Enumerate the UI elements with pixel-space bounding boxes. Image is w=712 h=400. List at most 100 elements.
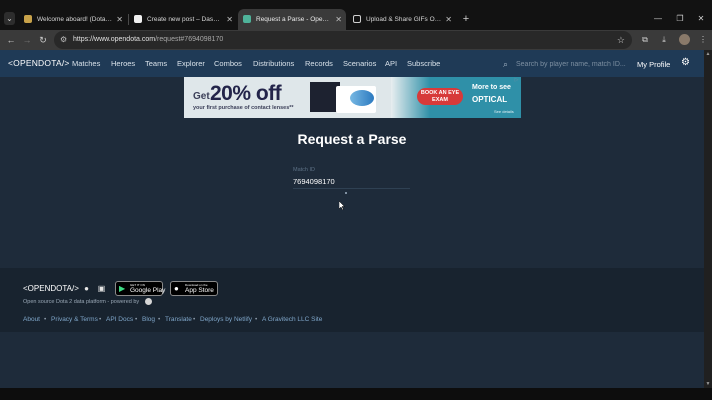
search-icon: ⌕ — [503, 59, 509, 69]
ad-get-text: Get — [193, 91, 210, 102]
tab-dashboard[interactable]: Create new post – Dashboard ✕ — [129, 9, 237, 30]
url-host: https://www.opendota.com — [73, 36, 156, 43]
mouse-cursor-icon — [339, 201, 345, 210]
nav-combos[interactable]: Combos — [214, 50, 242, 77]
footer-logo[interactable]: <OPENDOTA/> — [23, 284, 79, 293]
app-store-text: App Store — [185, 287, 214, 294]
footer-separator: • — [255, 316, 258, 323]
nav-api[interactable]: API — [385, 50, 397, 77]
tab-label: Welcome aboard! (Dotabuff) — [37, 16, 113, 23]
browser-tabstrip: ⌄ Welcome aboard! (Dotabuff) ✕ Create ne… — [0, 0, 712, 30]
tab-label: Upload & Share GIFs Online | G — [366, 16, 442, 23]
match-id-label: Match ID — [293, 167, 316, 173]
ad-fine-print: your first purchase of contact lenses** — [193, 105, 294, 111]
reload-icon[interactable]: ↻ — [36, 33, 50, 47]
footer-tagline: Open source Dota 2 data platform - power… — [23, 299, 140, 305]
footer-separator: • — [193, 316, 196, 323]
match-id-underline — [293, 188, 410, 189]
new-tab-plus-icon[interactable]: + — [460, 11, 472, 27]
profile-avatar[interactable] — [679, 34, 690, 45]
address-bar[interactable]: ⚙ https://www.opendota.com/request#76940… — [54, 31, 632, 49]
page-scrollbar[interactable]: ▲ ▼ — [704, 50, 712, 388]
webpage: <OPENDOTA/> Matches Heroes Teams Explore… — [0, 50, 704, 388]
url-path: /request#7694098170 — [155, 36, 224, 43]
footer-link-netlify[interactable]: Deploys by Netlify — [200, 316, 252, 323]
footer-separator: • — [135, 316, 138, 323]
ad-choices-icon[interactable]: ▷ — [513, 77, 520, 84]
site-header: <OPENDOTA/> Matches Heroes Teams Explore… — [0, 50, 704, 77]
settings-gear-icon[interactable]: ⚙ — [681, 58, 691, 68]
downloads-icon[interactable]: ⤓ — [657, 33, 671, 47]
extensions-icon[interactable]: ⧉ — [638, 33, 652, 47]
tab-dotabuff[interactable]: Welcome aboard! (Dotabuff) ✕ — [19, 9, 127, 30]
ad-more-text: More to see — [472, 84, 511, 91]
page-title: Request a Parse — [297, 131, 407, 147]
tab-search-chevron-icon[interactable]: ⌄ — [4, 12, 15, 25]
footer-link-api-docs[interactable]: API Docs — [106, 316, 133, 323]
github-icon[interactable]: ● — [82, 284, 91, 293]
footer-link-gravitech[interactable]: A Gravitech LLC Site — [262, 316, 322, 323]
opendota-favicon-icon — [243, 15, 251, 23]
restore-icon[interactable]: ❐ — [672, 12, 688, 26]
tab-gifs[interactable]: Upload & Share GIFs Online | G ✕ — [348, 9, 456, 30]
close-tab-icon[interactable]: ✕ — [445, 9, 452, 30]
url-text[interactable]: https://www.opendota.com/request#7694098… — [73, 31, 223, 49]
app-store-badge[interactable]: ● Download on the App Store — [170, 281, 218, 296]
screen: ⌄ Welcome aboard! (Dotabuff) ✕ Create ne… — [0, 0, 712, 400]
book-eye-exam-button[interactable]: BOOK AN EYE EXAM — [417, 88, 463, 105]
bookmark-star-icon[interactable]: ☆ — [617, 31, 625, 49]
nav-heroes[interactable]: Heroes — [111, 50, 135, 77]
google-play-text: Google Play — [130, 287, 166, 294]
nav-scenarios[interactable]: Scenarios — [343, 50, 376, 77]
loading-indicator — [345, 192, 347, 194]
os-taskbar — [0, 388, 712, 400]
scroll-down-arrow-icon[interactable]: ▼ — [705, 381, 711, 387]
close-tab-icon[interactable]: ✕ — [116, 9, 123, 30]
browser-toolbar: ← → ↻ ⚙ https://www.opendota.com/request… — [0, 30, 712, 50]
contact-lens-image — [350, 90, 374, 106]
nav-explorer[interactable]: Explorer — [177, 50, 205, 77]
apple-icon: ● — [174, 284, 179, 293]
nav-teams[interactable]: Teams — [145, 50, 167, 77]
tab-label: Request a Parse - OpenDota - — [256, 16, 332, 23]
nav-distributions[interactable]: Distributions — [253, 50, 294, 77]
back-arrow-icon[interactable]: ← — [4, 33, 18, 47]
google-play-badge[interactable]: ▶ GET IT ON Google Play — [115, 281, 166, 296]
footer-link-about[interactable]: About — [23, 316, 40, 323]
search-input[interactable] — [516, 58, 631, 70]
site-info-icon[interactable]: ⚙ — [60, 35, 69, 45]
nav-records[interactable]: Records — [305, 50, 333, 77]
ad-optical-text: OPTICAL — [472, 95, 508, 104]
tab-request-parse[interactable]: Request a Parse - OpenDota - ✕ — [238, 9, 346, 30]
forward-arrow-icon[interactable]: → — [20, 33, 34, 47]
ad-banner[interactable]: Get 20% off your first purchase of conta… — [184, 77, 521, 118]
ad-details-text: See details — [494, 109, 514, 114]
stratz-logo-icon[interactable] — [145, 298, 152, 305]
match-id-input[interactable] — [293, 177, 410, 186]
footer-link-translate[interactable]: Translate — [165, 316, 192, 323]
my-profile-link[interactable]: My Profile — [637, 50, 670, 80]
close-tab-icon[interactable]: ✕ — [226, 9, 233, 30]
close-window-icon[interactable]: ✕ — [693, 12, 709, 26]
contact-lens-product-image — [310, 80, 384, 113]
close-tab-icon[interactable]: ✕ — [335, 9, 342, 30]
site-footer: <OPENDOTA/> ● ▣ ▶ GET IT ON Google Play … — [0, 268, 704, 332]
nav-subscribe[interactable]: Subscribe — [407, 50, 440, 77]
footer-separator: • — [158, 316, 161, 323]
footer-separator: • — [99, 316, 102, 323]
dev-favicon-icon — [134, 15, 142, 23]
site-logo[interactable]: <OPENDOTA/> — [8, 50, 70, 77]
discord-icon[interactable]: ▣ — [97, 284, 106, 293]
player-search: ⌕ — [503, 58, 631, 70]
footer-link-privacy[interactable]: Privacy & Terms — [51, 316, 98, 323]
menu-kebab-icon[interactable]: ⋮ — [696, 33, 710, 47]
ad-discount-text: 20% off — [210, 82, 282, 105]
scroll-up-arrow-icon[interactable]: ▲ — [705, 51, 711, 57]
dotabuff-favicon-icon — [24, 15, 32, 23]
minimize-icon[interactable]: — — [650, 12, 666, 26]
footer-separator: • — [44, 316, 47, 323]
nav-matches[interactable]: Matches — [72, 50, 100, 77]
page-favicon-icon — [353, 15, 361, 23]
tab-label: Create new post – Dashboard — [147, 16, 223, 23]
footer-link-blog[interactable]: Blog — [142, 316, 155, 323]
